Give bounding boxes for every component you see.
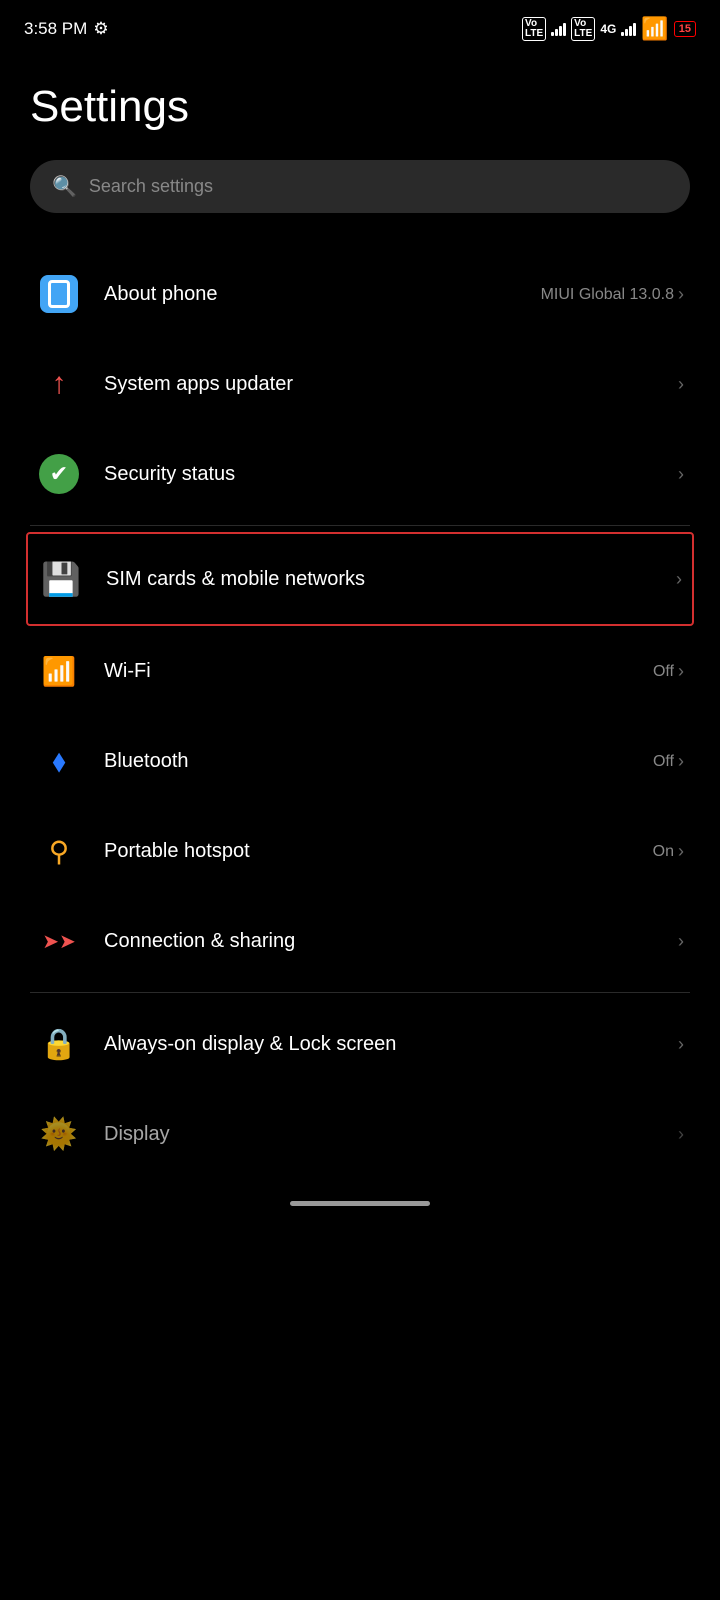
volte2-badge: VoLTE (571, 17, 595, 41)
battery-badge: 15 (674, 21, 696, 37)
settings-item-security-status[interactable]: ✔ Security status › (30, 429, 690, 519)
about-phone-icon (36, 271, 82, 317)
about-phone-chevron: › (678, 284, 684, 305)
settings-item-about-phone[interactable]: About phone MIUI Global 13.0.8 › (30, 249, 690, 339)
home-indicator (0, 1187, 720, 1216)
bluetooth-value: Off (653, 753, 674, 771)
wifi-chevron: › (678, 661, 684, 682)
portable-hotspot-value: On (653, 843, 674, 861)
always-on-display-icon-wrap: 🔒 (36, 1021, 82, 1067)
display-chevron: › (678, 1124, 684, 1145)
shield-icon: ✔ (39, 454, 79, 494)
about-phone-label: About phone (104, 283, 519, 306)
display-icon: 🌞 (40, 1117, 77, 1152)
settings-group-2: 💾 SIM cards & mobile networks › 📶 Wi-Fi … (30, 532, 690, 986)
search-icon: 🔍 (52, 174, 77, 199)
connection-sharing-icon-wrap: ➤➤ (36, 918, 82, 964)
sim-cards-chevron: › (676, 569, 682, 590)
wifi-item-icon: 📶 (36, 648, 82, 694)
sim-icon: 💾 (41, 560, 81, 598)
settings-item-wifi[interactable]: 📶 Wi-Fi Off › (30, 626, 690, 716)
connection-icon: ➤➤ (42, 929, 76, 954)
divider-2 (30, 992, 690, 993)
search-placeholder: Search settings (89, 176, 213, 197)
page-content: Settings 🔍 Search settings About phone M… (0, 52, 720, 1167)
system-apps-updater-label: System apps updater (104, 373, 656, 396)
page-title: Settings (30, 82, 690, 132)
settings-item-display[interactable]: 🌞 Display › (30, 1089, 690, 1167)
security-status-label: Security status (104, 463, 656, 486)
wifi-status-icon: 📶 (641, 16, 668, 42)
portable-hotspot-chevron: › (678, 841, 684, 862)
hotspot-icon: ⚲ (49, 835, 70, 868)
settings-item-connection-sharing[interactable]: ➤➤ Connection & sharing › (30, 896, 690, 986)
settings-item-always-on-display[interactable]: 🔒 Always-on display & Lock screen › (30, 999, 690, 1089)
bluetooth-icon: ⬧ (53, 745, 66, 778)
about-phone-value: MIUI Global 13.0.8 (541, 286, 674, 304)
wifi-label: Wi-Fi (104, 660, 631, 683)
settings-item-sim-cards[interactable]: 💾 SIM cards & mobile networks › (26, 532, 694, 626)
4g-badge: 4G (600, 22, 616, 36)
bluetooth-item-icon: ⬧ (36, 738, 82, 784)
settings-item-portable-hotspot[interactable]: ⚲ Portable hotspot On › (30, 806, 690, 896)
display-label: Display (104, 1123, 656, 1146)
portable-hotspot-label: Portable hotspot (104, 840, 631, 863)
connection-sharing-chevron: › (678, 931, 684, 952)
always-on-display-label: Always-on display & Lock screen (104, 1033, 656, 1056)
bluetooth-chevron: › (678, 751, 684, 772)
wifi-value: Off (653, 663, 674, 681)
security-status-icon: ✔ (36, 451, 82, 497)
system-apps-updater-chevron: › (678, 374, 684, 395)
status-bar: 3:58 PM ⚙ VoLTE VoLTE 4G 📶 15 (0, 0, 720, 52)
status-icons: VoLTE VoLTE 4G 📶 15 (522, 16, 696, 42)
time-text: 3:58 PM (24, 19, 87, 39)
arrow-up-icon: ↑ (52, 367, 67, 401)
display-icon-wrap: 🌞 (36, 1111, 82, 1157)
volte1-badge: VoLTE (522, 17, 546, 41)
security-status-chevron: › (678, 464, 684, 485)
lock-icon: 🔒 (40, 1027, 77, 1062)
sim-cards-label: SIM cards & mobile networks (106, 568, 654, 591)
signal2-bars (621, 22, 636, 36)
connection-sharing-label: Connection & sharing (104, 930, 656, 953)
settings-item-system-apps-updater[interactable]: ↑ System apps updater › (30, 339, 690, 429)
status-time: 3:58 PM ⚙ (24, 19, 109, 39)
battery-level: 15 (679, 23, 691, 35)
home-indicator-bar (290, 1201, 430, 1206)
portable-hotspot-icon: ⚲ (36, 828, 82, 874)
search-bar[interactable]: 🔍 Search settings (30, 160, 690, 213)
system-apps-updater-icon: ↑ (36, 361, 82, 407)
settings-item-bluetooth[interactable]: ⬧ Bluetooth Off › (30, 716, 690, 806)
wifi-icon: 📶 (42, 655, 77, 688)
sim-cards-icon: 💾 (38, 556, 84, 602)
bluetooth-label: Bluetooth (104, 750, 631, 773)
divider-1 (30, 525, 690, 526)
signal1-bars (551, 22, 566, 36)
gear-icon: ⚙ (93, 19, 108, 39)
always-on-display-chevron: › (678, 1034, 684, 1055)
settings-group-3: 🔒 Always-on display & Lock screen › 🌞 Di… (30, 999, 690, 1167)
settings-group-1: About phone MIUI Global 13.0.8 › ↑ Syste… (30, 249, 690, 519)
